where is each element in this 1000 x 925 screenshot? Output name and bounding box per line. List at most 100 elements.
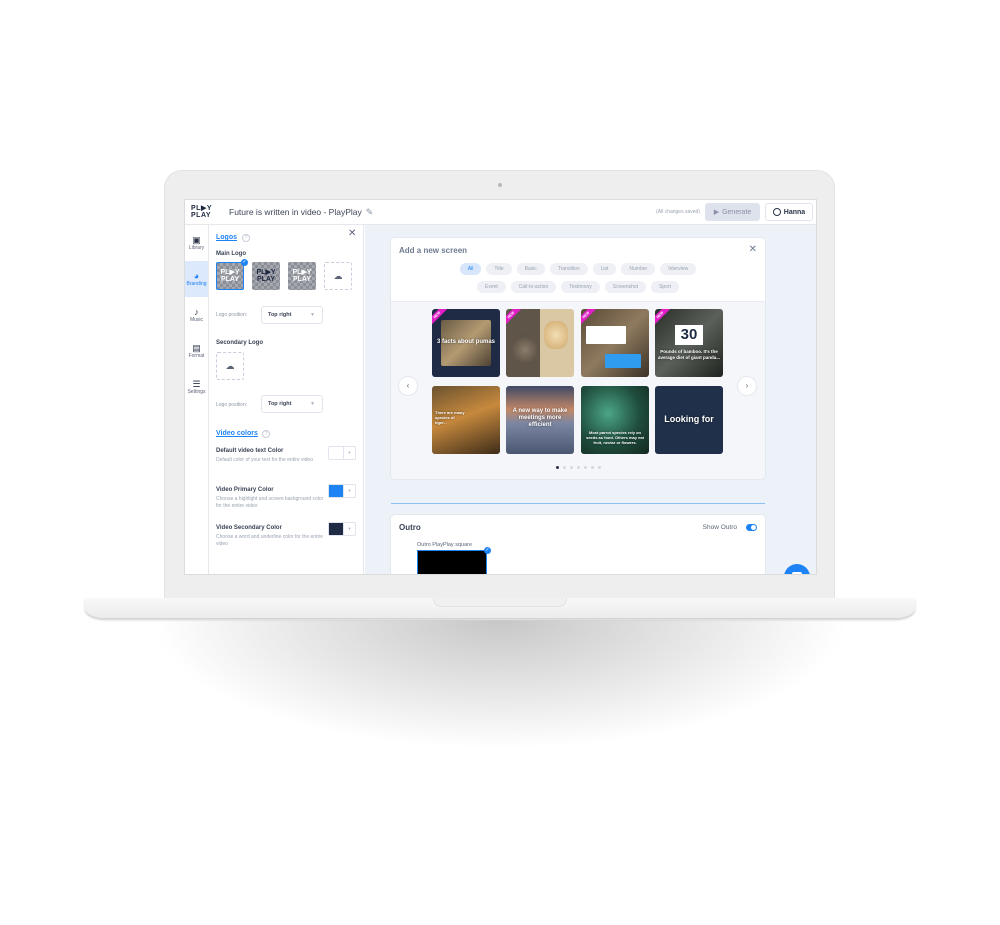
rail-item-music[interactable]: ♪ Music [185, 297, 208, 333]
filter-chip-event[interactable]: Event [476, 281, 506, 293]
logos-section-title[interactable]: Logos [216, 234, 237, 241]
outro-card: Outro Show Outro Outro PlayPlay square ✓ [391, 515, 765, 574]
chevron-down-icon: ▼ [343, 485, 355, 497]
pagination-dot[interactable] [555, 466, 559, 469]
chat-support-button[interactable] [784, 564, 810, 574]
pagination-dot[interactable] [590, 466, 594, 469]
filter-chip-call-to-action[interactable]: Call-to-action [510, 281, 557, 293]
logo-position-select[interactable]: Top right ▼ [261, 306, 323, 324]
reply-bubble [605, 354, 641, 368]
app-screen: PL▶Y PLAY Future is written in video - P… [184, 199, 817, 575]
template-thumb[interactable]: NEW [506, 309, 574, 377]
main-editor-area: Add a new screen ✕ All Title Basic Transiti… [365, 225, 816, 574]
logo-line-1: PL▶Y [191, 205, 212, 212]
close-panel-icon[interactable]: ✕ [348, 228, 356, 239]
filter-chip-sport[interactable]: Sport [651, 281, 680, 293]
template-thumb[interactable]: NEW [581, 309, 649, 377]
template-thumb[interactable]: A new way to make meetings more efficien… [506, 386, 574, 454]
secondary-logo-position-select[interactable]: Top right ▼ [261, 395, 323, 413]
generate-label: Generate [722, 208, 752, 216]
format-icon: ▤ [192, 343, 201, 353]
playplay-logo[interactable]: PL▶Y PLAY [191, 205, 215, 219]
template-thumb[interactable]: 3 facts about pumas NEW [432, 309, 500, 377]
chevron-down-icon: ▼ [310, 312, 315, 318]
template-text: A new way to make meetings more efficien… [512, 408, 568, 428]
user-menu-button[interactable]: Hanna [765, 203, 813, 221]
filter-chip-all[interactable]: All [459, 263, 482, 275]
pagination-dot[interactable] [562, 466, 566, 469]
upload-logo-button[interactable]: ☁ [324, 262, 352, 290]
filter-chip-basic[interactable]: Basic [516, 263, 545, 275]
template-thumb[interactable]: Most parrot species rely on seeds as foo… [581, 386, 649, 454]
sliders-icon: ☰ [192, 379, 201, 389]
filter-chip-transition[interactable]: Transition [549, 263, 588, 275]
save-status: (All changes saved) [656, 209, 700, 215]
filter-chip-number[interactable]: Number [621, 263, 656, 275]
template-thumb[interactable]: 30 Pounds of bamboo. It's the average di… [655, 309, 723, 377]
help-icon[interactable]: ? [242, 234, 250, 242]
template-thumb[interactable]: Looking for [655, 386, 723, 454]
show-outro-toggle[interactable] [746, 524, 757, 531]
logo-tile-text: PL▶Y PLAY [220, 269, 240, 283]
secondary-color-picker[interactable]: ▼ [328, 522, 356, 536]
logo-option-dark[interactable]: PL▶Y PLAY [252, 262, 280, 290]
primary-color-picker[interactable]: ▼ [328, 484, 356, 498]
document-title[interactable]: Future is written in video - PlayPlay [229, 207, 362, 217]
dog-image [544, 321, 568, 349]
play-icon: ▶ [713, 209, 720, 216]
upload-secondary-logo-button[interactable]: ☁ [216, 352, 244, 380]
cloud-upload-icon: ☁ [225, 360, 235, 371]
nav-rail: ▣ Library ◕ Branding ♪ Music ▤ Format ☰ … [185, 225, 209, 574]
rail-item-branding[interactable]: ◕ Branding [185, 261, 208, 297]
main-logo-label: Main Logo [216, 251, 246, 257]
select-value: Top right [268, 401, 292, 407]
section-divider [391, 503, 765, 504]
chevron-left-icon[interactable]: ‹ [398, 376, 418, 396]
rail-item-library[interactable]: ▣ Library [185, 225, 208, 261]
text-color-title: Default video text Color [216, 448, 284, 454]
pagination-dot[interactable] [597, 466, 601, 469]
text-color-desc: Default color of your text for the entir… [216, 457, 313, 463]
rail-item-settings[interactable]: ☰ Settings [185, 369, 208, 405]
filter-chip-screenshot[interactable]: Screenshot [604, 281, 647, 293]
logo-option-light[interactable]: PL▶Y PLAY [288, 262, 316, 290]
color-swatch [329, 523, 343, 535]
help-icon[interactable]: ? [262, 430, 270, 438]
laptop-notch [433, 598, 567, 607]
pagination-dot[interactable] [576, 466, 580, 469]
rail-label: Library [188, 245, 205, 251]
laptop-camera [498, 183, 502, 187]
rail-item-format[interactable]: ▤ Format [185, 333, 208, 369]
filter-row-1: All Title Basic Transition List Number Intervi… [391, 263, 765, 275]
add-screen-header: Add a new screen ✕ All Title Basic Transiti… [391, 238, 765, 302]
close-icon[interactable]: ✕ [749, 244, 757, 255]
chevron-right-icon[interactable]: › [737, 376, 757, 396]
generate-button[interactable]: ▶ Generate [705, 203, 760, 221]
new-badge: NEW [581, 309, 598, 327]
video-colors-section-title[interactable]: Video colors [216, 430, 258, 437]
logo-option-selected[interactable]: PL▶Y PLAY [216, 262, 244, 290]
cloud-upload-icon: ☁ [333, 270, 343, 281]
secondary-color-desc: Choose a word and underline color for th… [216, 534, 324, 547]
edit-pencil-icon[interactable]: ✎ [366, 207, 374, 218]
quote-bubble [586, 326, 626, 344]
rail-label: Music [189, 317, 204, 323]
primary-color-title: Video Primary Color [216, 487, 274, 493]
logo-tile-text: PL▶Y PLAY [256, 269, 276, 283]
new-badge: NEW [506, 309, 523, 327]
outro-thumb-label: Outro PlayPlay square [417, 542, 473, 548]
outro-thumbnail[interactable] [417, 550, 487, 574]
filter-chip-title[interactable]: Title [486, 263, 512, 275]
pagination-dot[interactable] [583, 466, 587, 469]
filter-chip-testimony[interactable]: Testimony [561, 281, 600, 293]
text-color-picker[interactable]: ▼ [328, 446, 356, 460]
template-thumb[interactable]: There are many species of tiger... [432, 386, 500, 454]
filter-chip-interview[interactable]: Interview [660, 263, 697, 275]
select-value: Top right [268, 312, 292, 318]
template-text: Pounds of bamboo. It's the average diet … [658, 349, 721, 360]
primary-color-desc: Choose a highlight and screen background… [216, 496, 324, 509]
secondary-logo-position-label: Logo position: [216, 402, 248, 408]
filter-chip-list[interactable]: List [592, 263, 617, 275]
pagination-dot[interactable] [569, 466, 573, 469]
template-text: 3 facts about pumas [436, 339, 495, 345]
